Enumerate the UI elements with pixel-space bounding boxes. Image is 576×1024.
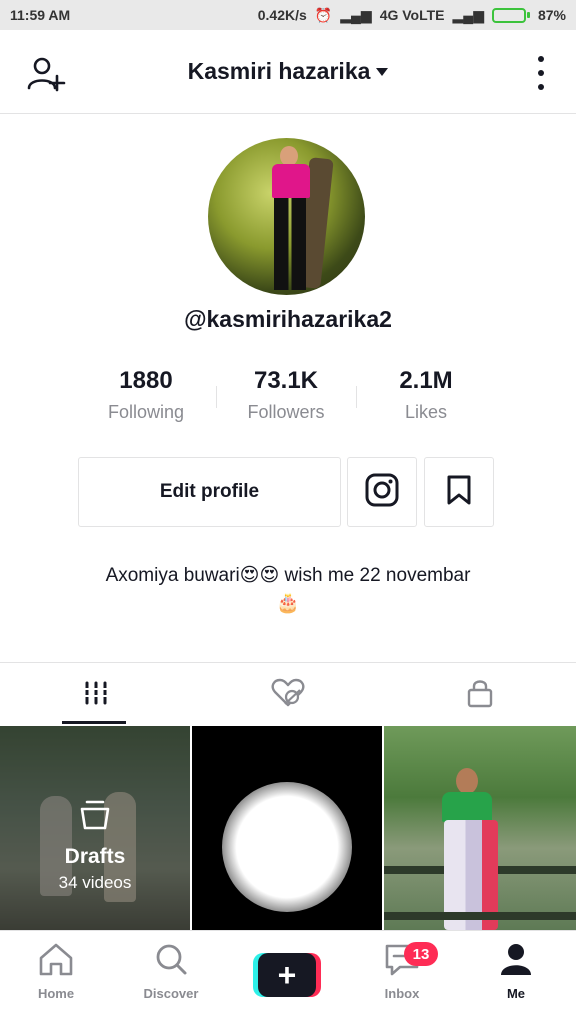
bottom-nav: Home Discover + Inbox Me	[0, 930, 576, 1024]
network-type: 4G VoLTE	[379, 7, 445, 23]
stat-label: Following	[107, 402, 185, 422]
profile-stats: 1880 Following 73.1K Followers 2.1M Like…	[0, 364, 576, 434]
nav-home[interactable]: Home	[6, 941, 106, 1001]
nav-discover[interactable]: Discover	[121, 941, 221, 1001]
signal-icon: ▂▄▆	[340, 6, 372, 23]
stat-label: Likes	[404, 402, 448, 422]
account-switcher[interactable]: Kasmiri hazarika	[188, 58, 389, 85]
lock-icon	[466, 677, 494, 714]
bio-line: 🎂	[276, 593, 300, 614]
bio-line: Axomiya buwari😍😍 wish me 22 novembar	[105, 565, 471, 586]
plus-icon: +	[258, 953, 316, 997]
more-options-icon[interactable]	[536, 56, 546, 90]
chevron-down-icon	[376, 67, 389, 76]
inbox-icon	[382, 944, 422, 981]
profile-header: Kasmiri hazarika	[0, 30, 576, 114]
page-title: Kasmiri hazarika	[187, 58, 371, 84]
stat-followers[interactable]: 73.1K Followers	[216, 364, 356, 426]
create-button[interactable]: +	[253, 953, 321, 997]
stat-likes[interactable]: 2.1M Likes	[356, 364, 496, 426]
favorites-button[interactable]	[424, 457, 494, 527]
drafts-overlay: Drafts 34 videos	[0, 798, 190, 893]
drafts-icon	[78, 800, 112, 836]
stat-label: Followers	[247, 402, 325, 422]
drafts-count: 34 videos	[58, 873, 132, 892]
video-thumbnail[interactable]	[384, 726, 576, 930]
status-right: 0.42K/s ⏰ ▂▄▆ 4G VoLTE ▂▄▆ 87%	[258, 7, 566, 24]
bookmark-icon	[445, 474, 473, 511]
edit-profile-button[interactable]: Edit profile	[78, 457, 341, 527]
avatar[interactable]	[208, 138, 365, 295]
nav-label: Me	[506, 986, 526, 1001]
tab-private[interactable]	[384, 663, 576, 727]
nav-label: Discover	[143, 986, 199, 1001]
grid-icon	[82, 679, 110, 712]
video-thumbnail[interactable]	[192, 726, 382, 930]
nav-me[interactable]: Me	[466, 941, 566, 1001]
alarm-icon: ⏰	[314, 6, 333, 23]
profile-icon	[496, 944, 536, 981]
profile-bio: Axomiya buwari😍😍 wish me 22 novembar 🎂	[40, 562, 536, 618]
instagram-button[interactable]	[347, 457, 417, 527]
signal-icon-2: ▂▄▆	[452, 6, 484, 23]
content-tabs	[0, 662, 576, 726]
home-icon	[36, 943, 76, 981]
add-user-icon[interactable]	[26, 54, 66, 94]
search-icon	[151, 944, 191, 981]
hidden-heart-icon	[271, 678, 305, 713]
stat-value: 1880	[119, 367, 173, 394]
battery-icon	[491, 7, 530, 23]
battery-percent: 87%	[537, 7, 566, 23]
inbox-badge: 13	[404, 942, 438, 966]
nav-label: Home	[37, 986, 75, 1001]
instagram-icon	[364, 472, 400, 513]
status-bar: 11:59 AM 0.42K/s ⏰ ▂▄▆ 4G VoLTE ▂▄▆ 87%	[0, 0, 576, 30]
drafts-tile[interactable]: Drafts 34 videos	[0, 726, 190, 930]
drafts-title: Drafts	[64, 845, 126, 868]
stat-value: 2.1M	[399, 367, 453, 394]
tab-liked[interactable]	[192, 663, 384, 727]
stat-following[interactable]: 1880 Following	[76, 364, 216, 426]
tab-videos[interactable]	[0, 663, 192, 727]
stat-value: 73.1K	[253, 367, 319, 394]
video-grid: Drafts 34 videos	[0, 726, 576, 930]
active-tab-indicator	[62, 721, 126, 724]
username-handle: @kasmirihazarika2	[184, 306, 392, 332]
status-time: 11:59 AM	[10, 7, 71, 23]
nav-label: Inbox	[384, 986, 420, 1001]
network-speed: 0.42K/s	[257, 7, 307, 23]
